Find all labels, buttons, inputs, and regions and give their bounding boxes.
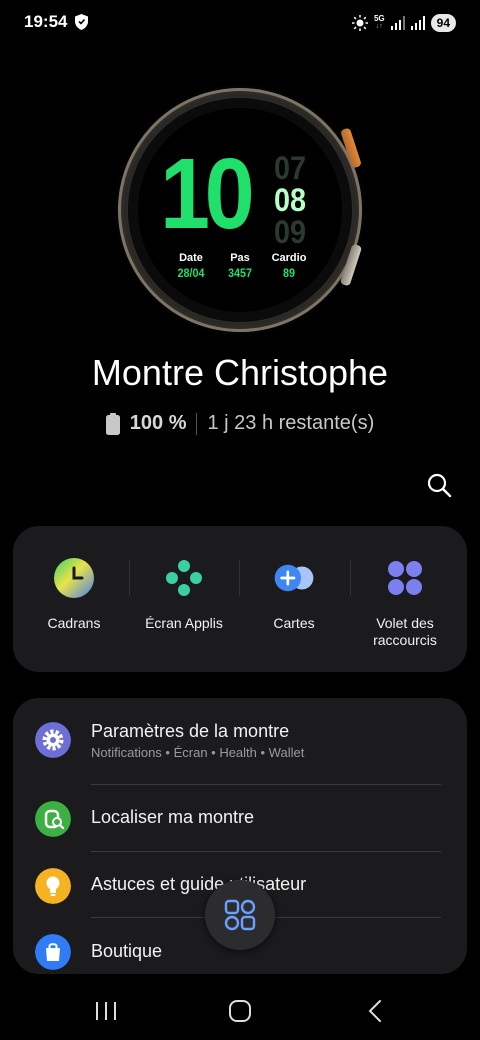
- network-type: 5G ↓↑: [373, 14, 385, 31]
- tile-volet-raccourcis[interactable]: Volet des raccourcis: [355, 556, 455, 649]
- brightness-icon: [351, 15, 368, 31]
- lightbulb-icon: [35, 868, 71, 904]
- watch-minute-next: 09: [274, 214, 307, 250]
- apps-fab-button[interactable]: [205, 880, 275, 950]
- battery-remaining: 1 j 23 h restante(s): [207, 412, 375, 434]
- watch-preview[interactable]: 10 07 08 09 Date 28/04 Pas 3457 Cardio 8…: [118, 88, 363, 332]
- tile-divider: [350, 560, 351, 596]
- device-name: Montre Christophe: [91, 352, 389, 393]
- back-icon[interactable]: [360, 998, 390, 1024]
- settings-gear-icon: [35, 722, 71, 758]
- home-icon[interactable]: [225, 998, 255, 1024]
- apps-screen-icon: [166, 560, 202, 596]
- complication-heart-rate: Cardio 89: [271, 252, 307, 280]
- status-icons: 5G ↓↑ 94: [351, 12, 456, 34]
- complication-steps: Pas 3457: [227, 252, 253, 280]
- status-time: 19:54: [24, 12, 68, 31]
- battery-percent: 100 %: [129, 412, 187, 434]
- navigation-bar: [0, 984, 480, 1040]
- list-item-subtitle: Notifications • Écran • Health • Wallet: [91, 745, 305, 760]
- tile-label: Écran Applis: [145, 615, 223, 631]
- grid-apps-icon: [224, 899, 256, 931]
- watch-minute-prev: 07: [274, 150, 307, 186]
- tile-label: Cadrans: [47, 615, 101, 631]
- tile-divider: [129, 560, 130, 596]
- list-item-title: Paramètres de la montre: [91, 721, 290, 741]
- list-divider: [91, 851, 441, 852]
- list-item-title: Boutique: [91, 941, 163, 961]
- tile-ecran-applis[interactable]: Écran Applis: [134, 556, 234, 632]
- tiles-icon: [274, 564, 314, 592]
- status-bar: 19:54 5G ↓↑ 94: [0, 0, 480, 44]
- search-icon[interactable]: [424, 470, 454, 500]
- list-item-watch-settings[interactable]: Paramètres de la montre Notifications • …: [13, 710, 467, 776]
- battery-status: 100 % 1 j 23 h restante(s): [0, 412, 480, 435]
- quick-access-card: Cadrans Écran Applis Cartes Volet des ra…: [13, 526, 467, 672]
- shield-icon: [75, 14, 88, 30]
- watch-faces-icon: [54, 558, 94, 598]
- find-watch-icon: [35, 801, 71, 837]
- list-item-find-watch[interactable]: Localiser ma montre: [13, 786, 467, 852]
- quick-panel-icon: [388, 561, 422, 595]
- watch-minute: 08: [274, 182, 307, 218]
- recents-icon[interactable]: [91, 998, 121, 1024]
- complication-date: Date 28/04: [177, 252, 205, 280]
- list-item-title: Localiser ma montre: [91, 807, 255, 827]
- battery-divider: [196, 412, 198, 435]
- battery-indicator: 94: [430, 14, 456, 32]
- list-divider: [91, 784, 441, 785]
- watch-hour: 10: [160, 138, 255, 250]
- tile-cartes[interactable]: Cartes: [244, 556, 344, 632]
- battery-icon: [105, 412, 120, 435]
- signal-icon-2: [410, 16, 425, 30]
- tile-label: Volet des raccourcis: [373, 615, 437, 648]
- tile-cadrans[interactable]: Cadrans: [24, 556, 124, 632]
- tile-divider: [239, 560, 240, 596]
- tile-label: Cartes: [273, 615, 315, 631]
- signal-icon: [390, 16, 405, 30]
- shopping-bag-icon: [35, 934, 71, 970]
